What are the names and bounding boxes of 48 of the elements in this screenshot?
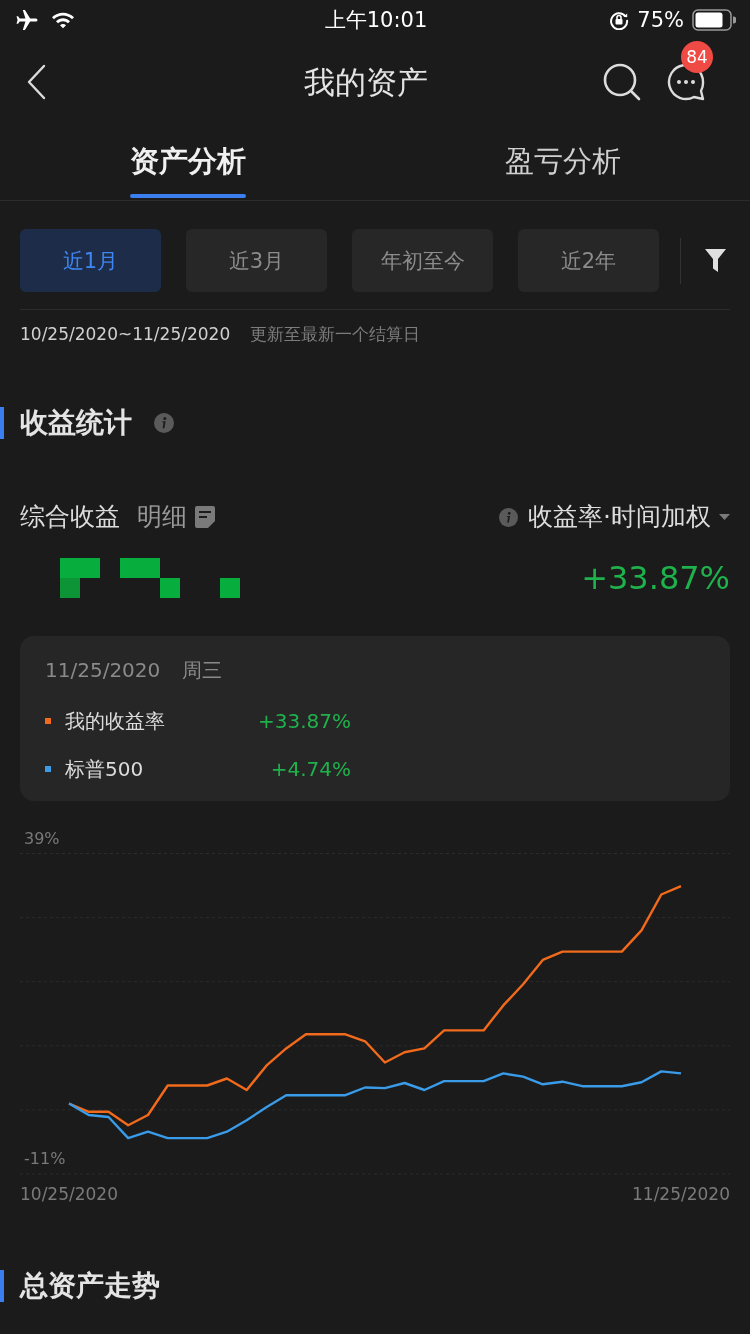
tooltip-weekday: 周三: [182, 657, 223, 684]
tab[interactable]: 资产分析: [129, 124, 246, 200]
info-icon: [154, 413, 174, 433]
legend-value: +33.87%: [256, 708, 351, 735]
detail-link[interactable]: 明细: [137, 500, 215, 534]
tooltip-date: 11/25/2020: [45, 657, 161, 684]
return-value: +33.87%: [581, 558, 730, 598]
airplane-icon: [16, 9, 38, 31]
period-chip[interactable]: 近2年: [518, 229, 659, 292]
status-time: 上午10:01: [324, 7, 428, 33]
period-chip[interactable]: 近1月: [20, 229, 161, 292]
section-marker: [0, 407, 4, 439]
search-icon: [603, 63, 641, 101]
section-marker: [0, 1270, 4, 1302]
search-button[interactable]: [603, 63, 641, 101]
tab[interactable]: 盈亏分析: [504, 124, 621, 200]
page-title: 我的资产: [303, 63, 428, 102]
axis-label: 11/25/2020: [632, 1184, 730, 1204]
info-icon: [499, 507, 519, 527]
axis-label: 10/25/2020: [20, 1184, 118, 1204]
period-chip[interactable]: 近3月: [186, 229, 327, 292]
income-label: 综合收益: [20, 501, 120, 533]
update-note: 更新至最新一个结算日: [250, 323, 421, 346]
chat-bubble-icon: [667, 63, 705, 101]
document-icon: [195, 506, 215, 528]
metric-selector[interactable]: 收益率·时间加权: [528, 500, 730, 534]
filter-button[interactable]: [705, 249, 726, 272]
section-title: 总资产走势: [20, 1268, 160, 1304]
legend-label: 我的收益率: [65, 708, 166, 735]
period-chip[interactable]: 年初至今: [352, 229, 493, 292]
messages-button[interactable]: [667, 63, 705, 101]
wifi-icon: [52, 11, 74, 29]
rotation-lock-icon: [609, 10, 630, 30]
back-icon: [26, 64, 46, 100]
legend-label: 标普500: [65, 756, 145, 783]
info-button[interactable]: [154, 413, 174, 433]
caret-icon: [719, 514, 730, 520]
battery-icon: [692, 9, 736, 31]
legend-value: +4.74%: [269, 756, 351, 783]
section-title: 收益统计: [20, 405, 132, 441]
axis-label: -11%: [24, 1149, 66, 1168]
axis-label: 39%: [24, 828, 60, 848]
date-range: 10/25/2020~11/25/2020: [20, 323, 231, 346]
info-button[interactable]: [499, 507, 519, 527]
filter-icon: [705, 249, 726, 272]
battery-percent: 75%: [637, 7, 684, 33]
notification-badge: 84: [681, 41, 713, 73]
back-button[interactable]: [26, 64, 46, 100]
